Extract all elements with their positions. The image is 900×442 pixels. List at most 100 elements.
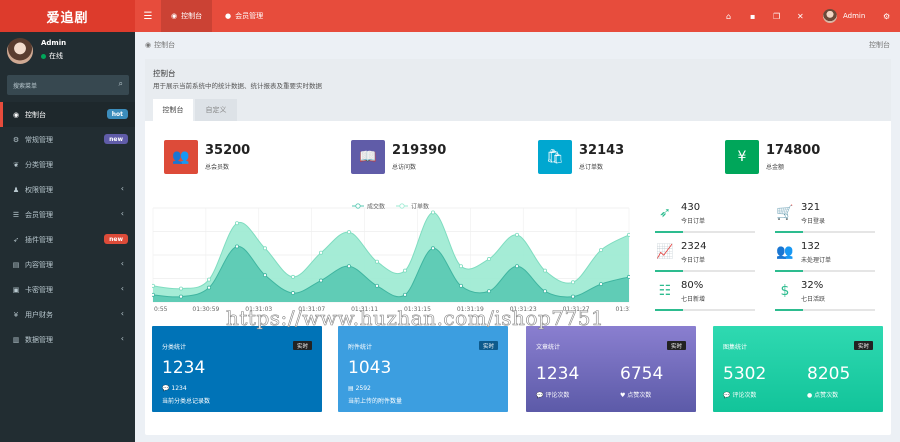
data-point xyxy=(263,246,268,251)
kpi-seven-day-new: ☷ 80% 七日新增 xyxy=(655,278,765,316)
yen-icon: ¥ xyxy=(725,140,759,174)
data-point xyxy=(152,283,155,288)
sidebar-item-general[interactable]: ⚙ 常规管理 new xyxy=(0,127,135,152)
tab-dashboard[interactable]: 控制台 xyxy=(153,99,193,121)
data-point xyxy=(235,244,240,249)
dollar-icon: $ xyxy=(780,283,790,299)
shopping-bag-icon: 🛍 xyxy=(538,140,572,174)
new-badge: new xyxy=(104,234,128,244)
kpi-unprocessed-orders: 👥 132 未处理订单 xyxy=(775,239,885,277)
dashboard-icon: ◉ xyxy=(171,12,178,20)
kpi-today-orders-2: 📈 2324 今日订单 xyxy=(655,239,765,277)
realtime-badge: 实时 xyxy=(478,341,498,350)
data-point xyxy=(290,291,295,296)
data-point xyxy=(207,277,212,282)
realtime-badge: 实时 xyxy=(853,341,873,350)
data-point xyxy=(178,294,183,299)
chevron-left-icon: ‹ xyxy=(120,309,124,318)
sidebar-item-content[interactable]: ▤ 内容管理 ‹ xyxy=(0,252,135,277)
top-tab-dashboard[interactable]: ◉ 控制台 xyxy=(161,0,213,32)
online-dot-icon xyxy=(41,53,46,59)
data-point xyxy=(402,292,407,297)
group-icon: ♟ xyxy=(12,185,20,194)
kpi-progress-bar xyxy=(655,270,755,272)
tab-custom[interactable]: 自定义 xyxy=(195,99,237,121)
stat-orders: 🛍 32143 总订单数 xyxy=(538,140,688,178)
fullscreen-icon[interactable]: ✕ xyxy=(797,0,804,32)
watermark: https://www.huzhan.com/ishop7751 xyxy=(226,306,605,331)
data-point xyxy=(598,282,603,287)
top-tab-members[interactable]: ● 会员管理 xyxy=(215,0,273,32)
card-gallery-stats: 图集统计 实时 5302 8205 💬 评论次数 ● 点赞次数 xyxy=(713,326,883,412)
chevron-left-icon: ‹ xyxy=(120,284,124,293)
sidebar-user-name: Admin xyxy=(41,39,67,47)
x-tick-label: 0:55 xyxy=(154,306,168,313)
breadcrumb: ◉ 控制台 xyxy=(145,41,176,49)
user-icon: ● xyxy=(225,12,232,20)
data-point xyxy=(627,232,630,237)
data-point xyxy=(430,246,435,251)
copy-icon[interactable]: ❐ xyxy=(773,0,780,32)
x-tick-label: 01:30:59 xyxy=(192,306,219,313)
legend-entry: 成交数 xyxy=(367,203,385,211)
search-icon[interactable]: ⌕ xyxy=(119,79,123,89)
dashboard-icon: ◉ xyxy=(12,110,20,119)
chevron-left-icon: ‹ xyxy=(120,259,124,268)
comment-icon: 💬 xyxy=(162,385,172,392)
realtime-badge: 实时 xyxy=(666,341,686,350)
data-point xyxy=(374,283,379,288)
kpi-today-orders: ➶ 430 今日订单 xyxy=(655,200,765,238)
file-icon: ▤ xyxy=(12,260,20,269)
data-point xyxy=(207,285,212,290)
trash-icon[interactable]: ▪ xyxy=(750,0,755,32)
stat-visits: 📖 219390 总访问数 xyxy=(351,140,501,178)
kpi-seven-day-active: $ 32% 七日活跃 xyxy=(775,278,885,316)
chevron-left-icon: ‹ xyxy=(120,184,124,193)
rocket-icon: ➶ xyxy=(13,235,19,244)
dashboard-icon: ◉ xyxy=(145,41,152,49)
menu-toggle-icon[interactable]: ☰ xyxy=(139,0,157,32)
sidebar-item-dashboard[interactable]: ◉ 控制台 hot xyxy=(0,102,135,127)
sidebar-item-plugins[interactable]: ➶ 插件管理 new xyxy=(0,227,135,252)
data-point xyxy=(486,289,491,294)
data-point xyxy=(598,248,603,253)
sidebar-item-cards[interactable]: ▣ 卡密管理 ‹ xyxy=(0,277,135,302)
sidebar-search-input[interactable]: 搜索菜单 ⌕ xyxy=(7,75,129,95)
users-icon: 👥 xyxy=(164,140,198,174)
avatar xyxy=(7,38,33,64)
legend-marker xyxy=(399,203,405,209)
data-point xyxy=(346,264,351,269)
image-icon: ▣ xyxy=(12,285,20,294)
top-avatar[interactable] xyxy=(823,9,837,23)
top-navbar xyxy=(0,0,900,32)
legend-marker xyxy=(355,203,361,209)
kpi-today-logins: 🛒 321 今日登录 xyxy=(775,200,885,238)
kpi-progress-bar xyxy=(775,309,875,311)
x-tick-label: 01:31:31 xyxy=(616,306,630,313)
bar-chart-icon: ▥ xyxy=(12,335,20,344)
kpi-progress-bar xyxy=(775,231,875,233)
panel-header: 控制台 用于展示当前系统中的统计数据、统计报表及重要实时数据 控制台 自定义 xyxy=(145,59,891,121)
home-icon[interactable]: ⌂ xyxy=(726,0,731,32)
sidebar-item-finance[interactable]: ¥ 用户财务 ‹ xyxy=(0,302,135,327)
data-point xyxy=(458,264,463,269)
gear-icon[interactable]: ⚙ xyxy=(883,0,890,32)
sidebar-item-auth[interactable]: ♟ 权限管理 ‹ xyxy=(0,177,135,202)
data-point xyxy=(627,274,630,279)
data-point xyxy=(318,278,323,283)
sidebar-item-data[interactable]: ▥ 数据管理 ‹ xyxy=(0,327,135,352)
line-chart-icon: 📈 xyxy=(656,244,674,260)
kpi-progress-bar xyxy=(655,309,755,311)
top-user-name[interactable]: Admin xyxy=(843,0,865,32)
cogs-icon: ⚙ xyxy=(12,135,20,144)
card-attachment-stats: 附件统计 实时 1043 ▤ 2592 当前上传的附件数量 xyxy=(338,326,508,412)
sidebar-item-category[interactable]: ❦ 分类管理 xyxy=(0,152,135,177)
sidebar-item-members[interactable]: ☰ 会员管理 ‹ xyxy=(0,202,135,227)
leaf-icon: ❦ xyxy=(13,160,19,169)
stat-members: 👥 35200 总会员数 xyxy=(164,140,314,178)
card-category-stats: 分类统计 实时 1234 💬 1234 当前分类总记录数 xyxy=(152,326,322,412)
comment-icon: 💬 xyxy=(536,392,546,399)
app-logo[interactable]: 爱追剧 xyxy=(0,0,135,32)
data-point xyxy=(263,273,268,278)
list-icon: ☷ xyxy=(658,283,672,299)
